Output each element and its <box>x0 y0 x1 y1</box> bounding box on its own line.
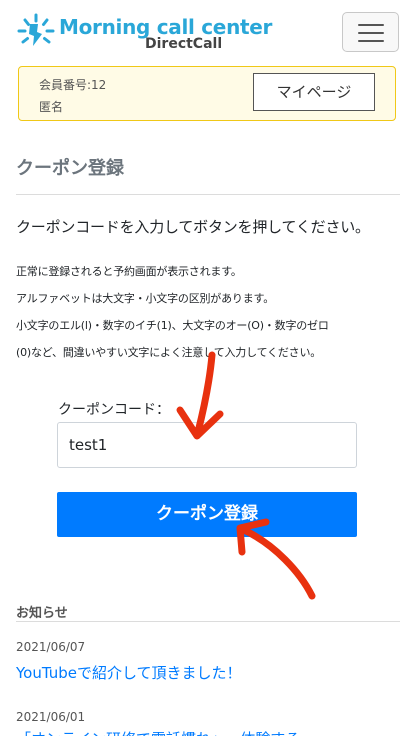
note-line: アルファベットは大文字・小文字の区別があります。 <box>16 292 274 305</box>
news-link[interactable]: YouTubeで紹介して頂きました！ <box>16 662 242 683</box>
menu-toggle-button[interactable] <box>342 12 399 52</box>
note-line: 小文字のエル(l)・数字のイチ(1)、大文字のオー(O)・数字のゼロ <box>16 319 329 332</box>
member-name: 匿名 <box>39 100 64 114</box>
navbar: Morning call center DirectCall <box>0 0 414 64</box>
hamburger-line <box>358 32 384 34</box>
sunrise-logo-icon <box>17 13 55 46</box>
hamburger-line <box>358 40 384 42</box>
brand-logo[interactable]: Morning call center DirectCall <box>16 12 272 52</box>
coupon-code-input[interactable] <box>57 422 357 468</box>
divider <box>16 621 400 622</box>
note-line: 正常に登録されると予約画面が表示されます。 <box>16 265 242 278</box>
news-link[interactable]: 「オンライン研修で電話慣れ」...体験する <box>16 728 300 736</box>
coupon-code-label: クーポンコード： <box>58 402 170 418</box>
member-number: 会員番号:12 <box>39 78 107 92</box>
note-line: (0)など、間違いやすい文字によく注意して入力してください。 <box>16 346 322 359</box>
instruction-lead: クーポンコードを入力してボタンを押してください。 <box>16 218 370 236</box>
brand-subtitle: DirectCall <box>145 36 223 52</box>
hamburger-menu-icon <box>358 24 384 26</box>
divider <box>16 194 400 195</box>
news-heading: お知らせ <box>16 606 68 621</box>
news-date: 2021/06/07 <box>16 640 86 654</box>
member-info-box: 会員番号:12 匿名 マイページ <box>18 66 396 121</box>
coupon-register-button[interactable]: クーポン登録 <box>57 492 357 537</box>
news-date: 2021/06/01 <box>16 710 86 724</box>
mypage-button[interactable]: マイページ <box>253 73 375 111</box>
page-title: クーポン登録 <box>16 158 124 179</box>
